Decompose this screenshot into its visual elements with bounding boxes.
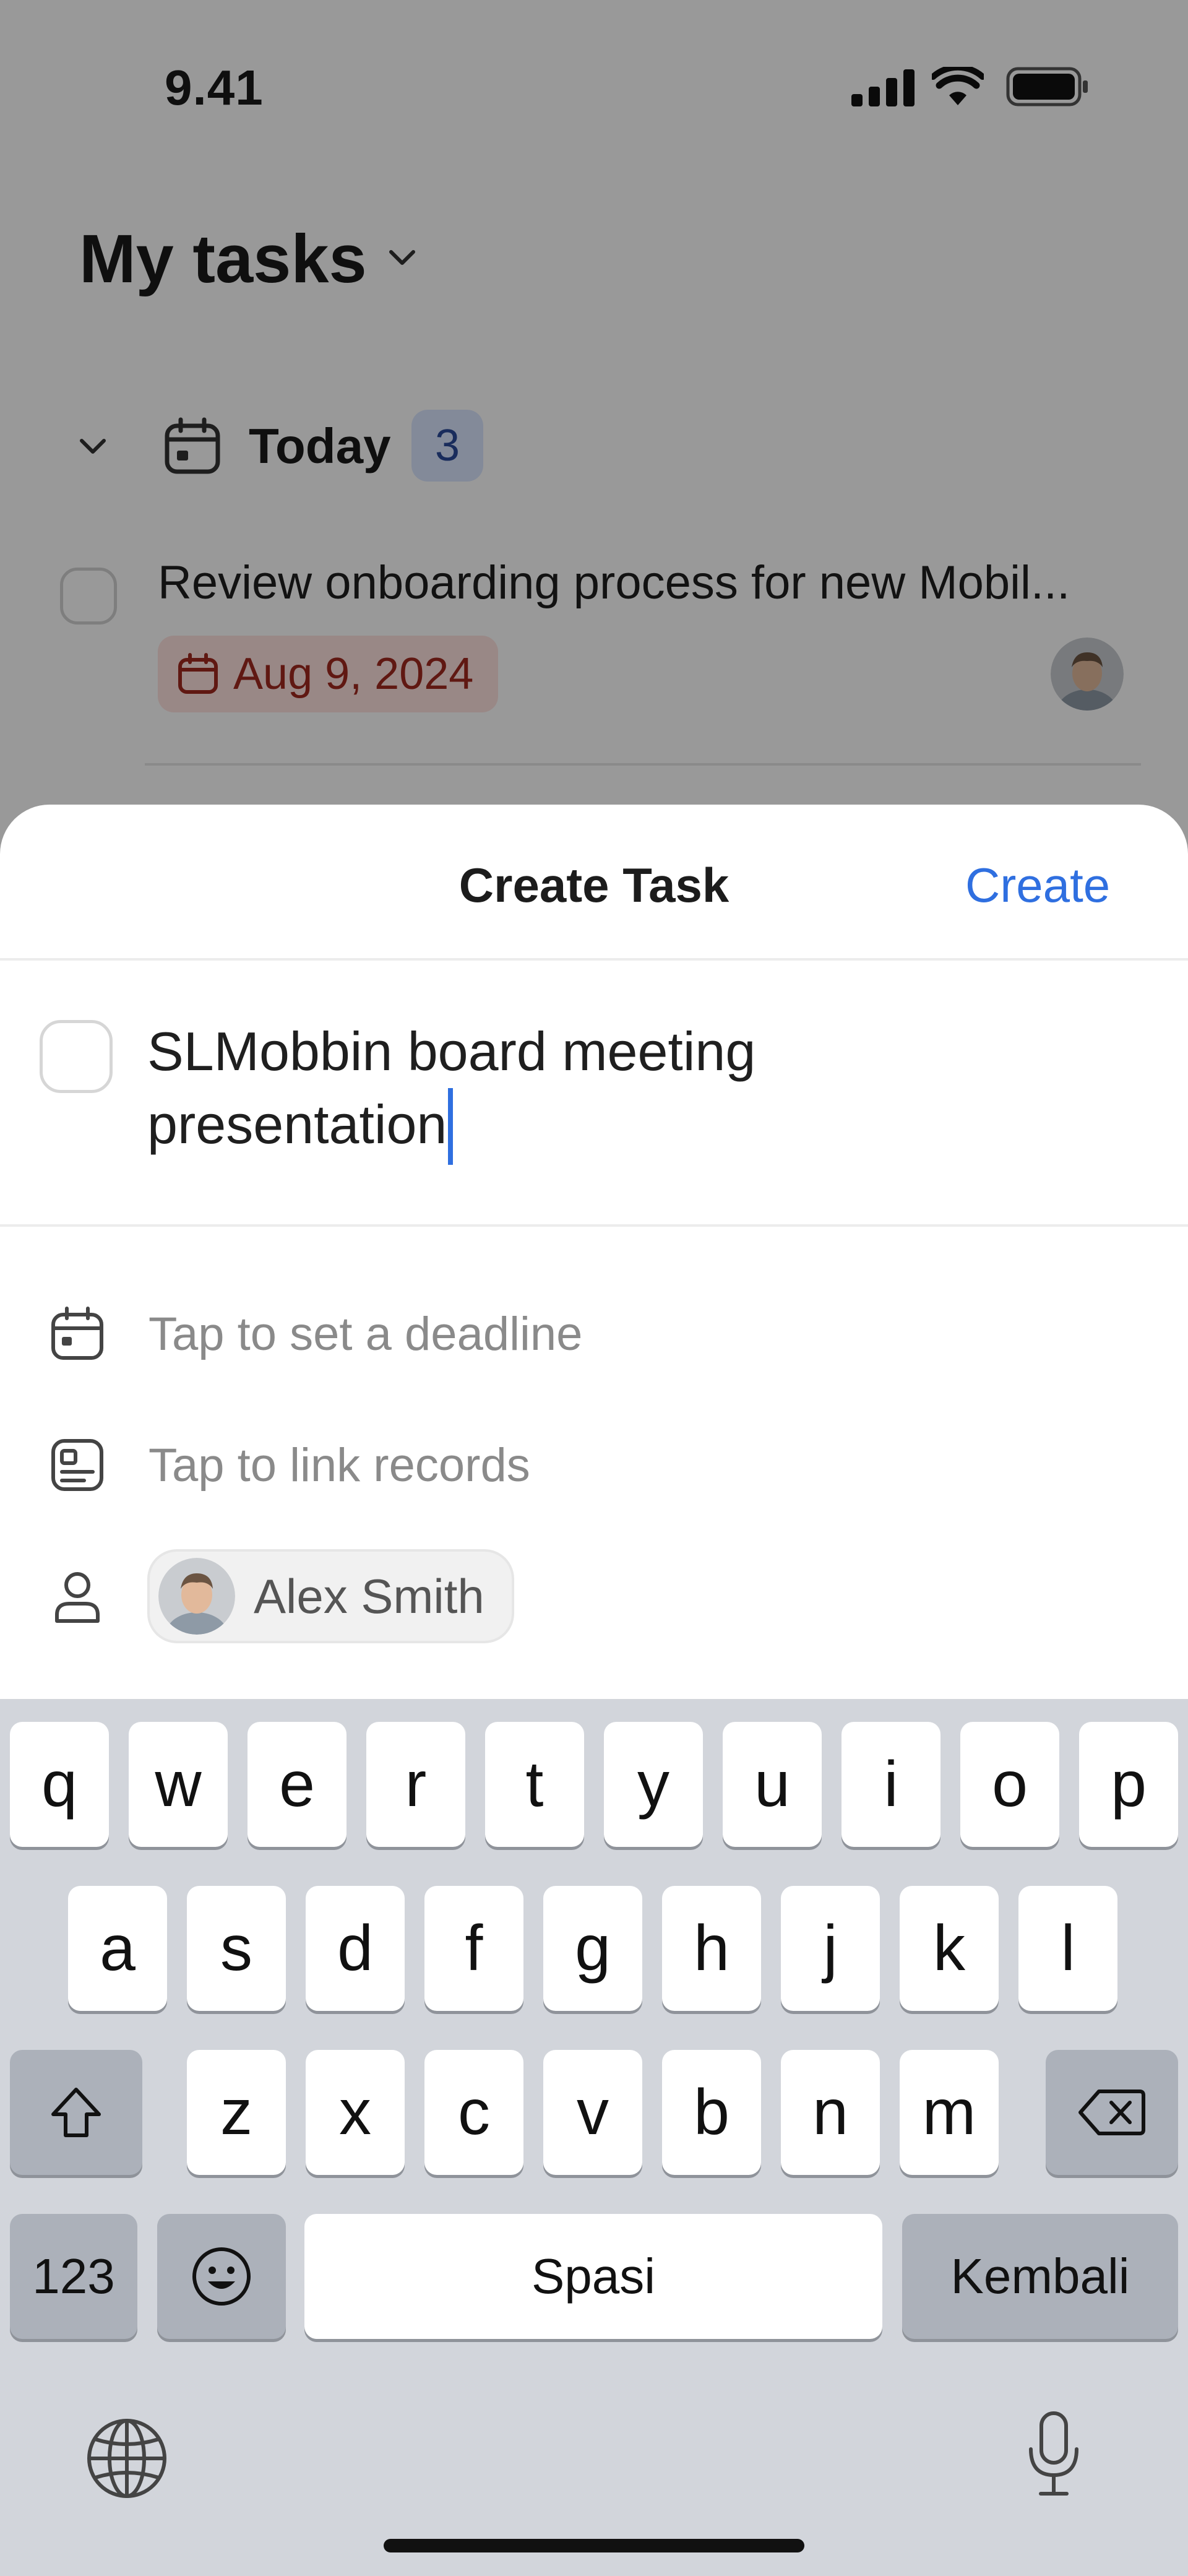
key-h[interactable]: h bbox=[662, 1886, 761, 2011]
calendar-icon bbox=[51, 1307, 103, 1360]
key-m[interactable]: m bbox=[900, 2050, 999, 2175]
assignee-chip[interactable]: Alex Smith bbox=[147, 1549, 514, 1643]
divider bbox=[0, 958, 1188, 961]
key-a[interactable]: a bbox=[68, 1886, 167, 2011]
records-placeholder: Tap to link records bbox=[148, 1438, 530, 1492]
divider bbox=[0, 1224, 1188, 1227]
key-w[interactable]: w bbox=[129, 1722, 228, 1847]
return-key[interactable]: Kembali bbox=[902, 2214, 1178, 2339]
key-z[interactable]: z bbox=[187, 2050, 286, 2175]
key-l[interactable]: l bbox=[1018, 1886, 1117, 2011]
key-g[interactable]: g bbox=[543, 1886, 642, 2011]
deadline-row[interactable]: Tap to set a deadline bbox=[50, 1300, 1101, 1368]
globe-icon[interactable] bbox=[85, 2417, 168, 2500]
key-s[interactable]: s bbox=[187, 1886, 286, 2011]
key-f[interactable]: f bbox=[424, 1886, 523, 2011]
key-y[interactable]: y bbox=[604, 1722, 703, 1847]
assignee-name: Alex Smith bbox=[254, 1568, 484, 1623]
key-x[interactable]: x bbox=[306, 2050, 405, 2175]
numbers-key[interactable]: 123 bbox=[10, 2214, 137, 2339]
key-q[interactable]: q bbox=[10, 1722, 109, 1847]
backspace-icon bbox=[1078, 2090, 1145, 2135]
backspace-key[interactable] bbox=[1046, 2050, 1178, 2175]
key-r[interactable]: r bbox=[366, 1722, 465, 1847]
modal-backdrop[interactable] bbox=[0, 0, 1188, 867]
key-n[interactable]: n bbox=[781, 2050, 880, 2175]
assignee-avatar bbox=[158, 1558, 235, 1635]
key-t[interactable]: t bbox=[485, 1722, 584, 1847]
key-u[interactable]: u bbox=[723, 1722, 822, 1847]
key-o[interactable]: o bbox=[960, 1722, 1059, 1847]
key-j[interactable]: j bbox=[781, 1886, 880, 2011]
task-title-line2: presentation bbox=[147, 1094, 447, 1155]
emoji-icon bbox=[192, 2247, 251, 2306]
key-c[interactable]: c bbox=[424, 2050, 523, 2175]
key-p[interactable]: p bbox=[1079, 1722, 1178, 1847]
key-v[interactable]: v bbox=[543, 2050, 642, 2175]
text-cursor bbox=[448, 1088, 454, 1165]
key-e[interactable]: e bbox=[248, 1722, 346, 1847]
microphone-icon[interactable] bbox=[1026, 2411, 1082, 2497]
key-k[interactable]: k bbox=[900, 1886, 999, 2011]
task-complete-checkbox[interactable] bbox=[40, 1020, 113, 1093]
space-key[interactable]: Spasi bbox=[304, 2214, 882, 2339]
emoji-key[interactable] bbox=[157, 2214, 286, 2339]
link-records-row[interactable]: Tap to link records bbox=[50, 1431, 1101, 1499]
home-indicator[interactable] bbox=[384, 2539, 804, 2552]
deadline-placeholder: Tap to set a deadline bbox=[148, 1307, 583, 1360]
key-d[interactable]: d bbox=[306, 1886, 405, 2011]
person-icon bbox=[55, 1572, 100, 1623]
key-b[interactable]: b bbox=[662, 2050, 761, 2175]
task-title-input[interactable]: SLMobbin board meeting presentation bbox=[147, 1015, 1100, 1165]
shift-icon bbox=[51, 2088, 101, 2137]
key-i[interactable]: i bbox=[842, 1722, 940, 1847]
task-title-line1: SLMobbin board meeting bbox=[147, 1021, 756, 1082]
create-button[interactable]: Create bbox=[965, 857, 1110, 914]
record-icon bbox=[51, 1439, 103, 1491]
shift-key[interactable] bbox=[10, 2050, 142, 2175]
